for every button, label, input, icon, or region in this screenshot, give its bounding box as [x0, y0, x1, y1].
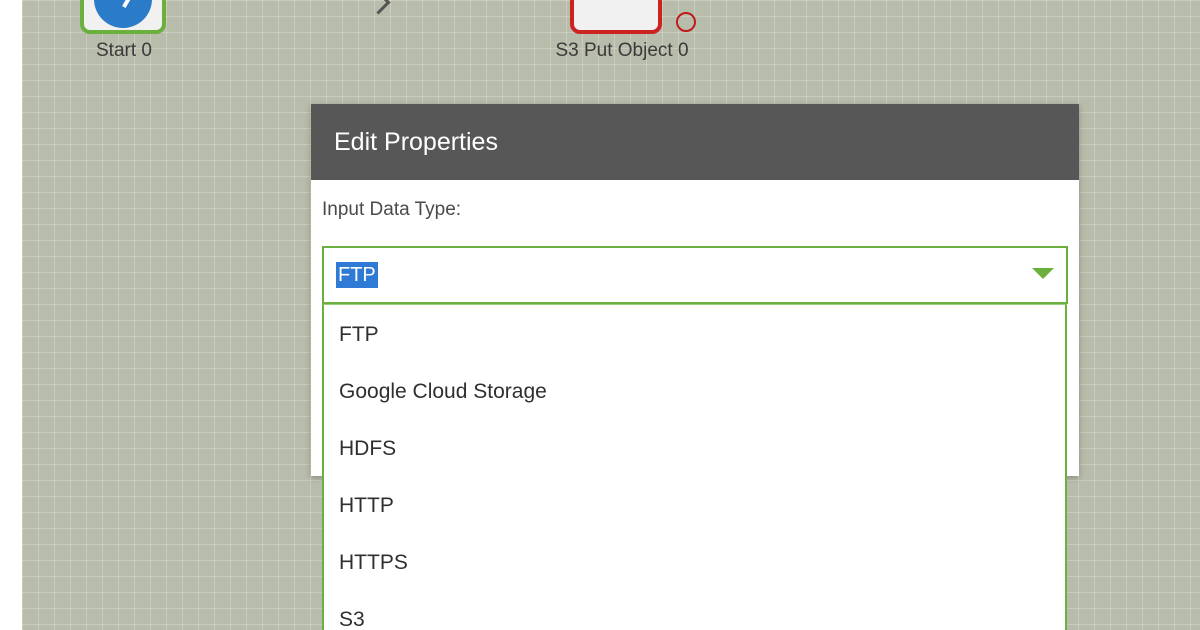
status-ring-icon[interactable] [676, 12, 696, 32]
connector-arrow-icon [366, 0, 391, 15]
s3-put-object-label: S3 Put Object 0 [555, 40, 689, 61]
input-data-type-select[interactable]: FTP [322, 246, 1068, 304]
dialog-title: Edit Properties [311, 104, 1079, 180]
option-https[interactable]: HTTPS [324, 535, 1065, 591]
play-circle-icon [94, 0, 152, 28]
input-data-type-label: Input Data Type: [322, 199, 462, 220]
option-google-cloud-storage[interactable]: Google Cloud Storage [324, 364, 1065, 420]
start-node-label: Start 0 [96, 40, 152, 61]
option-http[interactable]: HTTP [324, 478, 1065, 534]
start-node[interactable] [80, 0, 166, 34]
select-value: FTP [336, 262, 378, 288]
option-s3[interactable]: S3 [324, 592, 1065, 630]
input-data-type-dropdown: FTP Google Cloud Storage HDFS HTTP HTTPS… [322, 304, 1067, 630]
option-hdfs[interactable]: HDFS [324, 421, 1065, 477]
option-ftp[interactable]: FTP [324, 307, 1065, 363]
left-panel-edge [0, 0, 22, 630]
chevron-down-icon[interactable] [1032, 268, 1054, 279]
s3-put-object-node[interactable] [570, 0, 662, 34]
